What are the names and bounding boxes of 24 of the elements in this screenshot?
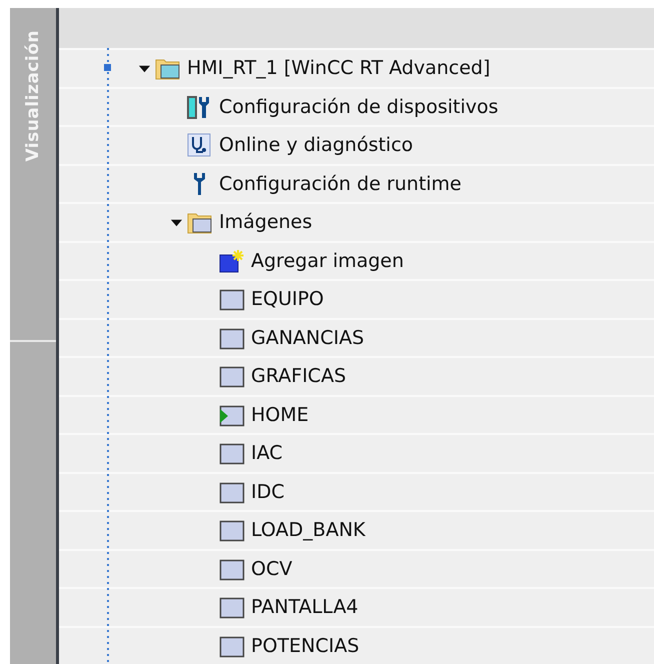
screen-icon [219,287,245,312]
tree-item[interactable]: POTENCIAS [251,634,360,657]
tree-item[interactable]: HMI_RT_1 [WinCC RT Advanced] [187,57,490,80]
tree-item[interactable]: Configuración de runtime [219,172,462,195]
tree-item[interactable]: GRAFICAS [251,365,346,388]
tree-item[interactable]: Online y diagnóstico [219,134,414,156]
screen-icon [219,518,245,542]
tree-item[interactable]: Agregar imagen [251,250,404,272]
tree-item[interactable]: PANTALLA4 [251,596,358,618]
screen-icon [219,364,245,388]
tree-item[interactable]: Imágenes [219,211,312,234]
tree-item[interactable]: Configuración de dispositivos [219,96,498,118]
screen-icon [219,595,245,620]
tree-item[interactable]: OCV [251,558,292,580]
tree-marker-icon [104,64,111,71]
stethoscope-icon [187,133,213,158]
tree-item[interactable]: IAC [251,442,283,464]
screen-icon [219,441,245,466]
add-screen-icon [219,248,245,273]
tree-item[interactable]: HOME [251,404,309,426]
tree-item[interactable]: GANANCIAS [251,326,364,349]
tree-item[interactable]: IDC [251,480,285,503]
tree-item[interactable]: LOAD_BANK [251,519,366,542]
tree-item[interactable]: EQUIPO [251,288,324,310]
